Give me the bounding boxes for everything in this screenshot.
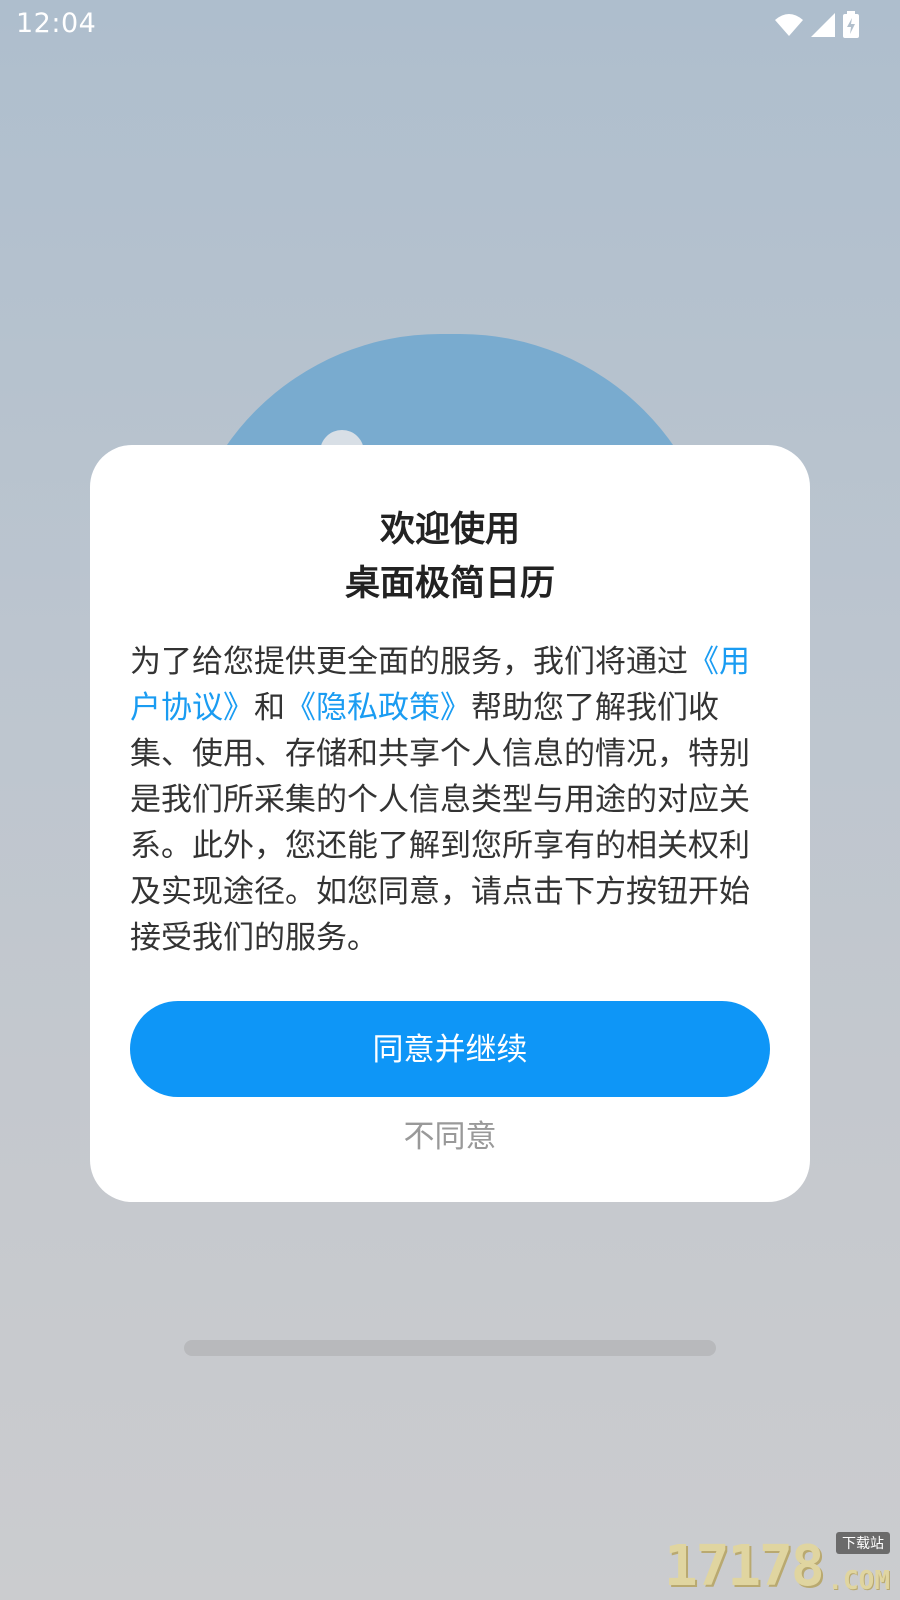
watermark-digits: 17178 bbox=[664, 1534, 825, 1599]
signal-icon bbox=[810, 12, 836, 38]
status-bar: 12:04 bbox=[0, 0, 900, 50]
wifi-icon bbox=[774, 13, 804, 37]
watermark-suffix: .COM bbox=[827, 1566, 890, 1596]
home-indicator bbox=[184, 1340, 716, 1356]
dialog-title-line1: 欢迎使用 bbox=[379, 510, 520, 550]
dialog-title: 欢迎使用 桌面极简日历 bbox=[130, 503, 770, 611]
dialog-body: 为了给您提供更全面的服务，我们将通过《用户协议》和《隐私政策》帮助您了解我们收集… bbox=[130, 639, 770, 961]
watermark-tag: 下载站 bbox=[836, 1532, 890, 1554]
body-text-and: 和 bbox=[254, 690, 285, 726]
battery-charging-icon bbox=[842, 11, 860, 39]
dialog-title-line2: 桌面极简日历 bbox=[344, 564, 555, 604]
screen: 12:04 欢迎使用 桌面极简日历 为了给您提供更全面的服务，我们将通过《用户协… bbox=[0, 0, 900, 1600]
privacy-consent-dialog: 欢迎使用 桌面极简日历 为了给您提供更全面的服务，我们将通过《用户协议》和《隐私… bbox=[90, 445, 810, 1202]
agree-and-continue-button[interactable]: 同意并继续 bbox=[130, 1001, 770, 1097]
privacy-policy-link[interactable]: 《隐私政策》 bbox=[285, 690, 471, 726]
status-icons bbox=[774, 10, 860, 40]
body-text-detail: 帮助您了解我们收集、使用、存储和共享个人信息的情况，特别是我们所采集的个人信息类… bbox=[130, 690, 750, 956]
disagree-button[interactable]: 不同意 bbox=[130, 1117, 770, 1157]
status-time: 12:04 bbox=[16, 8, 97, 39]
watermark-logo: 17178 下载站 .COM bbox=[664, 1530, 894, 1600]
body-text-intro: 为了给您提供更全面的服务，我们将通过 bbox=[130, 644, 688, 680]
